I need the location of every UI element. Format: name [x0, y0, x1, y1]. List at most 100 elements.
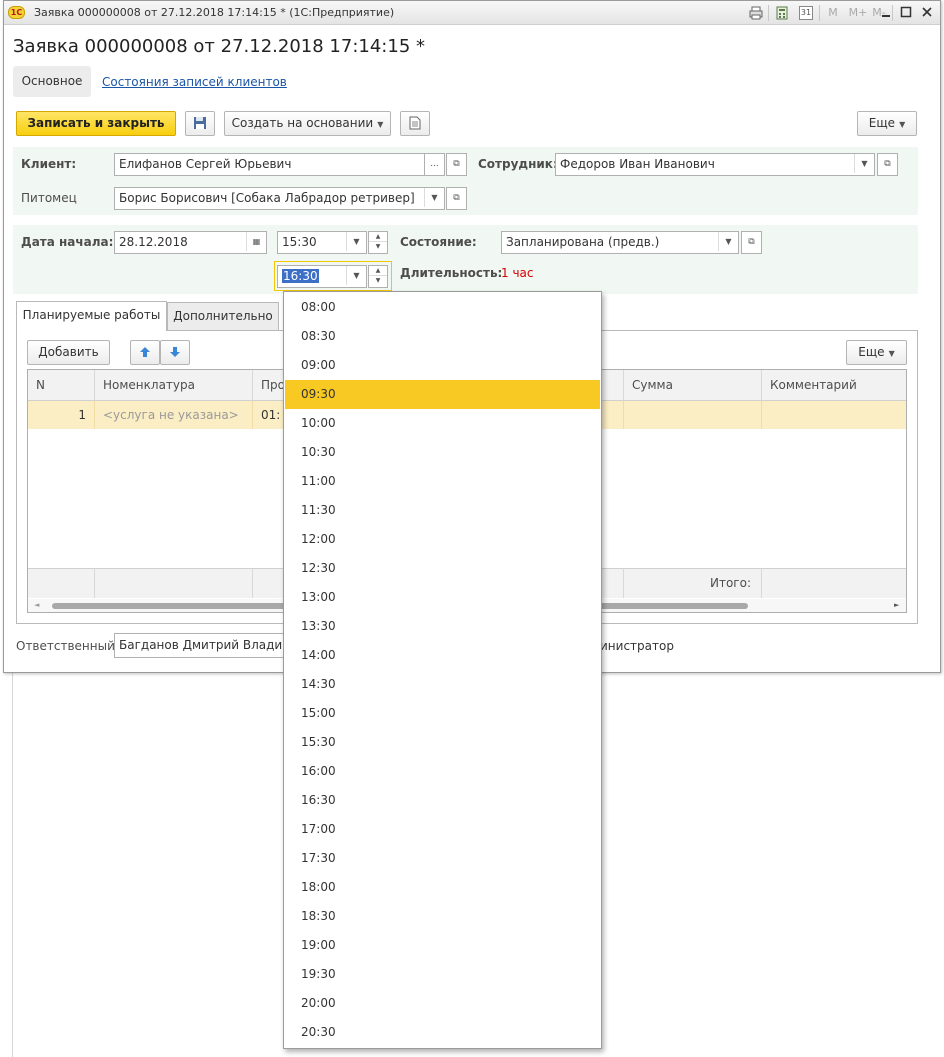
client-select-button[interactable]: ... — [424, 153, 445, 176]
time-option[interactable]: 12:30 — [285, 554, 600, 583]
time-option[interactable]: 18:00 — [285, 873, 600, 902]
scroll-right-icon[interactable]: ► — [894, 599, 899, 612]
state-field[interactable]: Запланирована (предв.) — [501, 231, 739, 254]
save-close-button[interactable]: Записать и закрыть — [16, 111, 176, 136]
move-up-button[interactable] — [130, 340, 160, 365]
time-option[interactable]: 15:00 — [285, 699, 600, 728]
time-option[interactable]: 16:00 — [285, 757, 600, 786]
responsible-label: Ответственный: — [16, 639, 119, 653]
time-option[interactable]: 11:30 — [285, 496, 600, 525]
more-button[interactable]: Еще ▼ — [857, 111, 917, 136]
toolbar-separator — [819, 5, 820, 21]
chevron-down-icon: ▼ — [899, 120, 906, 129]
document-structure-button[interactable] — [400, 111, 430, 136]
create-based-on-label: Создать на основании — [231, 116, 374, 130]
time-option[interactable]: 09:30 — [285, 380, 600, 409]
nav-tab-main[interactable]: Основное — [13, 66, 91, 97]
maximize-icon[interactable] — [899, 5, 913, 19]
time-option[interactable]: 19:00 — [285, 931, 600, 960]
memory-plus-icon[interactable]: M+ — [848, 6, 868, 20]
memory-m-icon[interactable]: M — [826, 6, 840, 20]
time-option[interactable]: 15:30 — [285, 728, 600, 757]
save-button[interactable] — [185, 111, 215, 136]
time-option[interactable]: 16:30 — [285, 786, 600, 815]
floppy-disk-icon — [193, 117, 207, 133]
time-option[interactable]: 10:30 — [285, 438, 600, 467]
column-header-comment[interactable]: Комментарий — [762, 370, 906, 401]
print-icon[interactable] — [749, 6, 763, 20]
move-down-button[interactable] — [160, 340, 190, 365]
column-header-n[interactable]: N — [28, 370, 95, 401]
window-title: Заявка 000000008 от 27.12.2018 17:14:15 … — [34, 6, 395, 19]
chevron-down-icon: ▼ — [888, 349, 895, 358]
close-icon[interactable] — [920, 5, 934, 19]
nav-tab-client-states[interactable]: Состояния записей клиентов — [102, 75, 287, 89]
state-open-icon[interactable]: ⧉ — [741, 231, 762, 254]
employee-field[interactable]: Федоров Иван Иванович — [555, 153, 875, 176]
duration-value: 1 час — [501, 266, 534, 280]
time-option[interactable]: 18:30 — [285, 902, 600, 931]
scroll-left-icon[interactable]: ◄ — [34, 599, 39, 612]
column-header-item[interactable]: Номенклатура — [95, 370, 253, 401]
cell-sum[interactable] — [624, 401, 762, 429]
time-option[interactable]: 19:30 — [285, 960, 600, 989]
duration-label: Длительность: — [400, 266, 503, 280]
pet-open-icon[interactable]: ⧉ — [446, 187, 467, 210]
time-option[interactable]: 08:30 — [285, 322, 600, 351]
calendar-icon[interactable]: 31 — [799, 6, 813, 20]
chevron-down-icon: ▼ — [377, 120, 384, 129]
form-title: Заявка 000000008 от 27.12.2018 17:14:15 … — [13, 36, 425, 57]
start-time-dropdown-icon[interactable]: ▼ — [346, 232, 366, 251]
time-dropdown-list: 08:00 08:30 09:00 09:30 10:00 10:30 11:00 11:30… — [283, 291, 602, 1049]
column-header-sum[interactable]: Сумма — [624, 370, 762, 401]
state-label: Состояние: — [400, 235, 477, 249]
arrow-down-icon — [169, 347, 181, 361]
time-option[interactable]: 08:00 — [285, 293, 600, 322]
employee-open-icon[interactable]: ⧉ — [877, 153, 898, 176]
pet-label: Питомец — [21, 191, 77, 205]
time-option[interactable]: 17:30 — [285, 844, 600, 873]
tab-planned-works[interactable]: Планируемые работы — [16, 301, 167, 331]
more-label: Еще — [868, 116, 896, 130]
start-date-field[interactable]: 28.12.2018 — [114, 231, 267, 254]
end-time-stepper[interactable]: ▲ ▼ — [368, 265, 388, 288]
client-open-icon[interactable]: ⧉ — [446, 153, 467, 176]
background-divider — [12, 672, 13, 1057]
time-option[interactable]: 20:00 — [285, 989, 600, 1018]
time-option[interactable]: 12:00 — [285, 525, 600, 554]
client-field[interactable]: Елифанов Сергей Юрьевич — [114, 153, 445, 176]
table-more-label: Еще — [858, 345, 885, 359]
time-option[interactable]: 13:30 — [285, 612, 600, 641]
time-option[interactable]: 13:00 — [285, 583, 600, 612]
time-option[interactable]: 09:00 — [285, 351, 600, 380]
calculator-icon[interactable] — [775, 6, 789, 20]
time-option[interactable]: 17:00 — [285, 815, 600, 844]
employee-dropdown-icon[interactable]: ▼ — [854, 154, 874, 173]
footer-cell — [28, 568, 95, 598]
footer-total-label: Итого: — [624, 568, 762, 598]
pet-dropdown-icon[interactable]: ▼ — [424, 188, 444, 207]
document-icon — [409, 116, 421, 133]
responsible-field[interactable]: Багданов Дмитрий Владим — [114, 633, 294, 658]
create-based-on-button[interactable]: Создать на основании ▼ — [224, 111, 391, 136]
title-bar: 1С Заявка 000000008 от 27.12.2018 17:14:… — [4, 1, 940, 25]
start-time-stepper[interactable]: ▲ ▼ — [368, 231, 388, 254]
calendar-icon[interactable]: ▦ — [246, 232, 266, 251]
minimize-icon[interactable] — [879, 5, 893, 19]
time-option[interactable]: 11:00 — [285, 467, 600, 496]
footer-cell — [762, 568, 906, 598]
start-date-label: Дата начала: — [21, 235, 114, 249]
add-row-button[interactable]: Добавить — [27, 340, 110, 365]
time-option[interactable]: 14:00 — [285, 641, 600, 670]
table-more-button[interactable]: Еще ▼ — [846, 340, 907, 365]
pet-field[interactable]: Борис Борисович [Собака Лабрадор ретриве… — [114, 187, 445, 210]
time-option[interactable]: 14:30 — [285, 670, 600, 699]
time-option[interactable]: 20:30 — [285, 1018, 600, 1047]
cell-n[interactable]: 1 — [28, 401, 95, 429]
employee-label: Сотрудник: — [478, 157, 558, 171]
tab-additional[interactable]: Дополнительно — [167, 302, 279, 331]
time-option[interactable]: 10:00 — [285, 409, 600, 438]
cell-item[interactable]: <услуга не указана> — [95, 401, 253, 429]
state-dropdown-icon[interactable]: ▼ — [718, 232, 738, 251]
end-time-dropdown-icon[interactable]: ▼ — [346, 266, 366, 285]
